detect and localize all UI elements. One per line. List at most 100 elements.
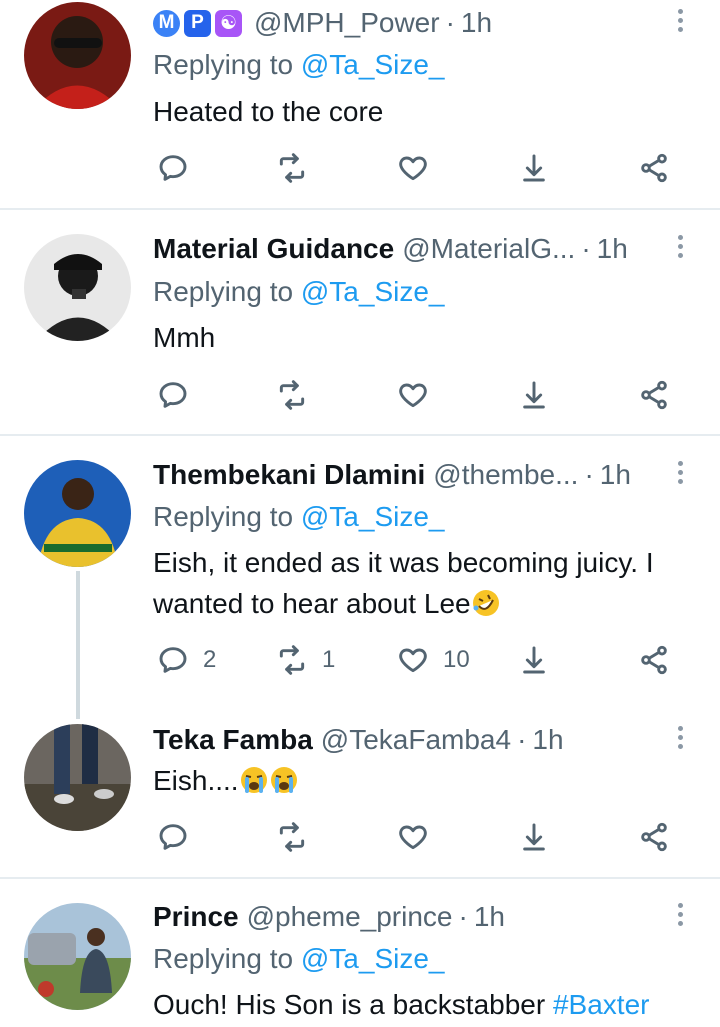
- reply-button[interactable]: [157, 375, 189, 415]
- timestamp[interactable]: 1h: [532, 724, 563, 756]
- save-button[interactable]: [518, 375, 550, 415]
- user-handle[interactable]: @thembe...: [433, 459, 578, 491]
- reply-button[interactable]: [157, 817, 189, 857]
- retweet-icon: [279, 645, 305, 675]
- heart-icon: [399, 648, 427, 673]
- reply-count: 2: [203, 646, 217, 673]
- tweet-header: Material Guidance @MaterialG... · 1h: [153, 229, 628, 269]
- heart-icon: [399, 383, 427, 408]
- share-button[interactable]: [638, 375, 670, 415]
- badge-m: M: [153, 9, 180, 37]
- tweet-text-fragment: Eish....: [153, 765, 239, 796]
- action-bar: [0, 375, 720, 415]
- more-vertical-icon[interactable]: [670, 899, 690, 939]
- retweet-count: 1: [322, 646, 336, 673]
- like-button[interactable]: [397, 148, 429, 188]
- tweet-text: Ouch! His Son is a backstabber #Baxter: [153, 984, 713, 1025]
- more-vertical-icon[interactable]: [670, 231, 690, 271]
- more-vertical-icon[interactable]: [670, 5, 690, 45]
- separator-dot: ·: [584, 459, 594, 490]
- tweet-header: Prince @pheme_prince · 1h: [153, 897, 505, 937]
- display-name[interactable]: Thembekani Dlamini: [153, 459, 425, 491]
- tweet-header: Teka Famba @TekaFamba4 · 1h: [153, 720, 564, 760]
- hashtag-link[interactable]: #Baxter: [553, 989, 650, 1020]
- retweet-button[interactable]: [276, 817, 308, 857]
- avatar[interactable]: [24, 724, 131, 831]
- timestamp[interactable]: 1h: [600, 459, 631, 491]
- user-handle[interactable]: @MaterialG...: [402, 233, 575, 265]
- download-arrow-icon: [523, 823, 545, 851]
- avatar[interactable]: [24, 234, 131, 341]
- display-name[interactable]: Material Guidance: [153, 233, 394, 265]
- replying-to-mention[interactable]: @Ta_Size_: [301, 943, 445, 974]
- save-button[interactable]: [518, 817, 550, 857]
- action-bar: 2 1 10: [0, 640, 720, 680]
- timestamp[interactable]: 1h: [597, 233, 628, 265]
- replying-to: Replying to @Ta_Size_: [153, 276, 444, 308]
- tweet-header: Thembekani Dlamini @thembe... · 1h: [153, 455, 631, 495]
- user-handle[interactable]: @MPH_Power: [254, 7, 440, 39]
- separator-dot: ·: [445, 7, 455, 38]
- separator-dot: ·: [517, 724, 527, 755]
- avatar[interactable]: [24, 2, 131, 109]
- avatar[interactable]: [24, 460, 131, 567]
- reply-button[interactable]: [157, 148, 189, 188]
- action-bar: [0, 148, 720, 188]
- reply-icon: [159, 824, 187, 850]
- loudly-crying-face-icon: [240, 767, 267, 793]
- save-button[interactable]: [518, 640, 550, 680]
- replying-to: Replying to @Ta_Size_: [153, 501, 444, 533]
- user-handle[interactable]: @pheme_prince: [247, 901, 453, 933]
- tweet-header: M P ☯ @MPH_Power · 1h: [153, 3, 492, 43]
- more-vertical-icon[interactable]: [670, 457, 690, 497]
- share-icon: [641, 822, 667, 852]
- replying-to: Replying to @Ta_Size_: [153, 49, 444, 81]
- replying-to-mention[interactable]: @Ta_Size_: [301, 501, 445, 532]
- tweet-text-fragment: wanted to hear about Lee: [153, 588, 471, 619]
- separator-dot: ·: [581, 233, 591, 264]
- retweet-button[interactable]: 1: [276, 640, 335, 680]
- share-icon: [641, 153, 667, 183]
- share-button[interactable]: [638, 817, 670, 857]
- heart-icon: [399, 156, 427, 181]
- retweet-button[interactable]: [276, 148, 308, 188]
- replying-prefix: Replying to: [153, 943, 294, 974]
- retweet-icon: [279, 822, 305, 852]
- share-button[interactable]: [638, 640, 670, 680]
- replying-to-mention[interactable]: @Ta_Size_: [301, 49, 445, 80]
- share-icon: [641, 380, 667, 410]
- replying-to-mention[interactable]: @Ta_Size_: [301, 276, 445, 307]
- tweet-text-line: wanted to hear about Lee: [153, 583, 698, 624]
- share-button[interactable]: [638, 148, 670, 188]
- badge-p: P: [184, 9, 211, 37]
- reply-icon: [159, 647, 187, 673]
- share-icon: [641, 645, 667, 675]
- like-button[interactable]: [397, 817, 429, 857]
- more-vertical-icon[interactable]: [670, 722, 690, 762]
- like-count: 10: [443, 646, 470, 673]
- retweet-icon: [279, 153, 305, 183]
- like-button[interactable]: 10: [397, 640, 470, 680]
- download-arrow-icon: [523, 646, 545, 674]
- tweet-text-fragment: Ouch! His Son is a backstabber: [153, 989, 546, 1020]
- display-name[interactable]: Prince: [153, 901, 239, 933]
- separator-dot: ·: [458, 901, 468, 932]
- display-name[interactable]: Teka Famba: [153, 724, 313, 756]
- badge-yinyang: ☯: [215, 9, 242, 37]
- tweet-text: Eish, it ended as it was becoming juicy.…: [153, 542, 698, 624]
- reply-icon: [159, 155, 187, 181]
- reply-icon: [159, 382, 187, 408]
- reply-button[interactable]: 2: [157, 640, 216, 680]
- timestamp[interactable]: 1h: [474, 901, 505, 933]
- tweet-text: Mmh: [153, 322, 216, 353]
- profile-badges: M P ☯: [153, 9, 246, 37]
- divider: [0, 208, 720, 210]
- retweet-button[interactable]: [276, 375, 308, 415]
- rolling-on-floor-laughing-icon: [472, 590, 499, 616]
- user-handle[interactable]: @TekaFamba4: [321, 724, 511, 756]
- timestamp[interactable]: 1h: [461, 7, 492, 39]
- tweet-text-line: Eish, it ended as it was becoming juicy.…: [153, 547, 654, 578]
- save-button[interactable]: [518, 148, 550, 188]
- like-button[interactable]: [397, 375, 429, 415]
- avatar[interactable]: [24, 903, 131, 1010]
